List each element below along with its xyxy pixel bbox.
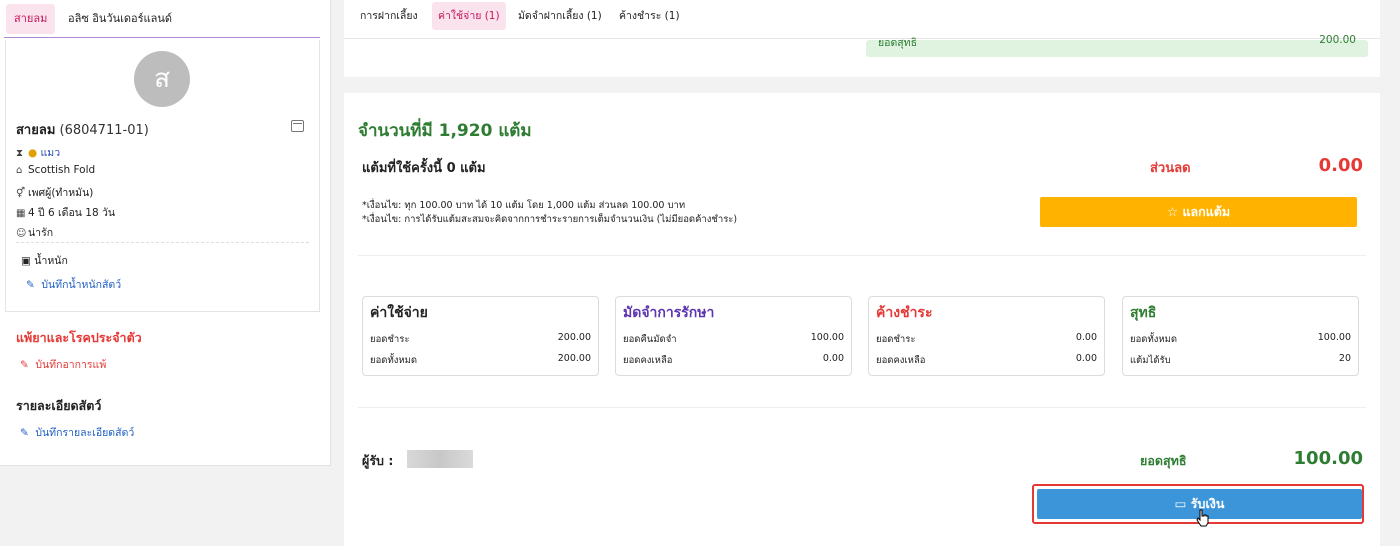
smile-icon: ☺ xyxy=(16,228,27,239)
record-allergy-link[interactable]: ✎ บันทึกอาการแพ้ xyxy=(20,356,106,373)
calendar-icon: ▦ xyxy=(16,208,26,219)
tab-outstanding[interactable]: ค้างชำระ (1) xyxy=(619,2,680,30)
billing-tabs-panel: การฝากเลี้ยง ค่าใช้จ่าย (1) มัดจำฝากเลี้… xyxy=(344,0,1380,77)
receiver-label: ผู้รับ : xyxy=(362,453,394,468)
divider xyxy=(358,255,1366,256)
archive-icon[interactable] xyxy=(291,120,304,132)
pencil-icon: ✎ xyxy=(20,427,29,439)
temperament-row: ☺ น่ารัก xyxy=(16,224,53,241)
discount-label: ส่วนลด xyxy=(1150,161,1191,176)
redeem-points-button[interactable]: ☆ แลกแต้ม xyxy=(1040,197,1357,227)
pet-tab-alice[interactable]: อลิซ อินวันเดอร์แลนด์ xyxy=(68,4,172,34)
pet-detail-heading: รายละเอียดสัตว์ xyxy=(16,398,102,413)
pet-tabs: สายลม อลิซ อินวันเดอร์แลนด์ xyxy=(4,2,320,38)
record-detail-label: บันทึกรายละเอียดสัตว์ xyxy=(35,427,135,439)
pet-sidebar: สายลม อลิซ อินวันเดอร์แลนด์ ส สายลม (680… xyxy=(0,0,331,466)
expense-summary-card: ค่าใช้จ่าย ยอดชำระ 200.00 ยอดทั้งหมด 200.0… xyxy=(362,296,599,376)
allergy-heading: แพ้ยาและโรคประจำตัว xyxy=(16,330,142,345)
redeem-points-label: แลกแต้ม xyxy=(1182,204,1231,219)
summary-line-label: ยอดคงเหลือ xyxy=(623,355,673,366)
outstanding-summary-card: ค้างชำระ ยอดชำระ 0.00 ยอดคงเหลือ 0.00 xyxy=(868,296,1105,376)
tab-boarding-deposit[interactable]: มัดจำฝากเลี้ยง (1) xyxy=(518,2,602,30)
pet-id: (6804711-01) xyxy=(59,123,149,138)
expense-summary-title: ค่าใช้จ่าย xyxy=(370,305,428,321)
summary-line-value: 100.00 xyxy=(810,332,844,343)
hourglass-icon: ⧗ xyxy=(16,148,24,159)
net-total-strip: ยอดสุทธิ 200.00 xyxy=(866,34,1368,57)
cash-icon: ▭ xyxy=(1174,496,1187,511)
breed-icon: ⌂ xyxy=(16,165,23,176)
pencil-icon: ✎ xyxy=(26,279,35,291)
record-weight-label: บันทึกน้ำหนักสัตว์ xyxy=(41,279,122,291)
summary-line-value: 200.00 xyxy=(557,332,591,343)
divider xyxy=(358,407,1366,408)
tabs-divider xyxy=(344,38,1380,39)
record-weight-link[interactable]: ✎ บันทึกน้ำหนักสัตว์ xyxy=(26,276,121,293)
breed-text: Scottish Fold xyxy=(28,164,96,176)
species-row: ⧗ ● แมว xyxy=(16,144,60,161)
summary-line-label: ยอดทั้งหมด xyxy=(1130,334,1178,345)
points-available: จำนวนที่มี 1,920 แต้ม xyxy=(358,121,532,141)
tab-boarding[interactable]: การฝากเลี้ยง xyxy=(360,2,418,30)
summary-line-label: ยอดคงเหลือ xyxy=(876,355,926,366)
points-condition-2: *เงื่อนไข: การได้รับแต้มสะสมจะคิดจากการช… xyxy=(362,214,738,225)
discount-value: 0.00 xyxy=(1318,155,1363,176)
points-condition-1: *เงื่อนไข: ทุก 100.00 บาท ได้ 10 แต้ม โด… xyxy=(362,200,686,211)
tab-expenses[interactable]: ค่าใช้จ่าย (1) xyxy=(432,2,506,30)
scale-icon: ▣ xyxy=(21,255,31,267)
age-row: ▦ 4 ปี 6 เดือน 18 วัน xyxy=(16,204,115,221)
hand-cursor-icon xyxy=(1196,509,1209,527)
outstanding-summary-title: ค้างชำระ xyxy=(876,305,933,321)
net-strip-label: ยอดสุทธิ xyxy=(878,37,918,49)
summary-line-label: ยอดทั้งหมด xyxy=(370,355,418,366)
weight-row: ▣ น้ำหนัก xyxy=(21,252,68,269)
summary-line-value: 200.00 xyxy=(557,353,591,364)
summary-line-value: 100.00 xyxy=(1317,332,1351,343)
summary-line-label: ยอดคืนมัดจำ xyxy=(623,334,677,345)
payment-panel: จำนวนที่มี 1,920 แต้ม แต้มที่ใช้ครั้งนี้… xyxy=(344,93,1380,546)
points-used: แต้มที่ใช้ครั้งนี้ 0 แต้ม xyxy=(362,161,486,176)
avatar: ส xyxy=(134,51,190,107)
pet-profile-card: ส สายลม (6804711-01) ⧗ ● แมว ⌂ Scottish Fo… xyxy=(5,40,320,312)
record-allergy-label: บันทึกอาการแพ้ xyxy=(35,359,107,371)
summary-line-value: 0.00 xyxy=(822,353,844,364)
pet-name-row: สายลม (6804711-01) xyxy=(16,119,149,140)
summary-line-label: แต้มได้รับ xyxy=(1130,355,1171,366)
weight-label: น้ำหนัก xyxy=(34,255,68,267)
pet-tab-sailom[interactable]: สายลม xyxy=(6,4,56,34)
sex-text: เพศผู้(ทำหมัน) xyxy=(28,187,94,199)
gender-icon: ⚥ xyxy=(16,188,26,199)
net-strip-value: 200.00 xyxy=(1319,34,1356,46)
divider xyxy=(16,242,309,243)
breed-row: ⌂ Scottish Fold xyxy=(16,164,95,176)
summary-line-label: ยอดชำระ xyxy=(370,334,410,345)
pet-name: สายลม xyxy=(16,123,56,138)
star-icon: ☆ xyxy=(1166,204,1179,219)
summary-line-label: ยอดชำระ xyxy=(876,334,916,345)
net-summary-title: สุทธิ xyxy=(1130,305,1157,321)
pencil-icon: ✎ xyxy=(20,359,29,371)
deposit-summary-title: มัดจำการรักษา xyxy=(623,305,715,321)
species-link[interactable]: แมว xyxy=(41,147,61,159)
age-text: 4 ปี 6 เดือน 18 วัน xyxy=(28,207,116,219)
temperament-text: น่ารัก xyxy=(28,227,54,239)
record-detail-link[interactable]: ✎ บันทึกรายละเอียดสัตว์ xyxy=(20,424,134,441)
summary-line-value: 0.00 xyxy=(1075,353,1097,364)
net-total-value: 100.00 xyxy=(1293,448,1363,469)
summary-line-value: 20 xyxy=(1338,353,1351,364)
cat-face-icon: ● xyxy=(28,147,38,159)
net-total-label: ยอดสุทธิ xyxy=(1140,453,1187,468)
net-summary-card: สุทธิ ยอดทั้งหมด 100.00 แต้มได้รับ 20 xyxy=(1122,296,1359,376)
summary-line-value: 0.00 xyxy=(1075,332,1097,343)
sex-row: ⚥ เพศผู้(ทำหมัน) xyxy=(16,184,93,201)
deposit-summary-card: มัดจำการรักษา ยอดคืนมัดจำ 100.00 ยอดคงเหล… xyxy=(615,296,852,376)
receiver-name-redacted xyxy=(407,450,473,468)
